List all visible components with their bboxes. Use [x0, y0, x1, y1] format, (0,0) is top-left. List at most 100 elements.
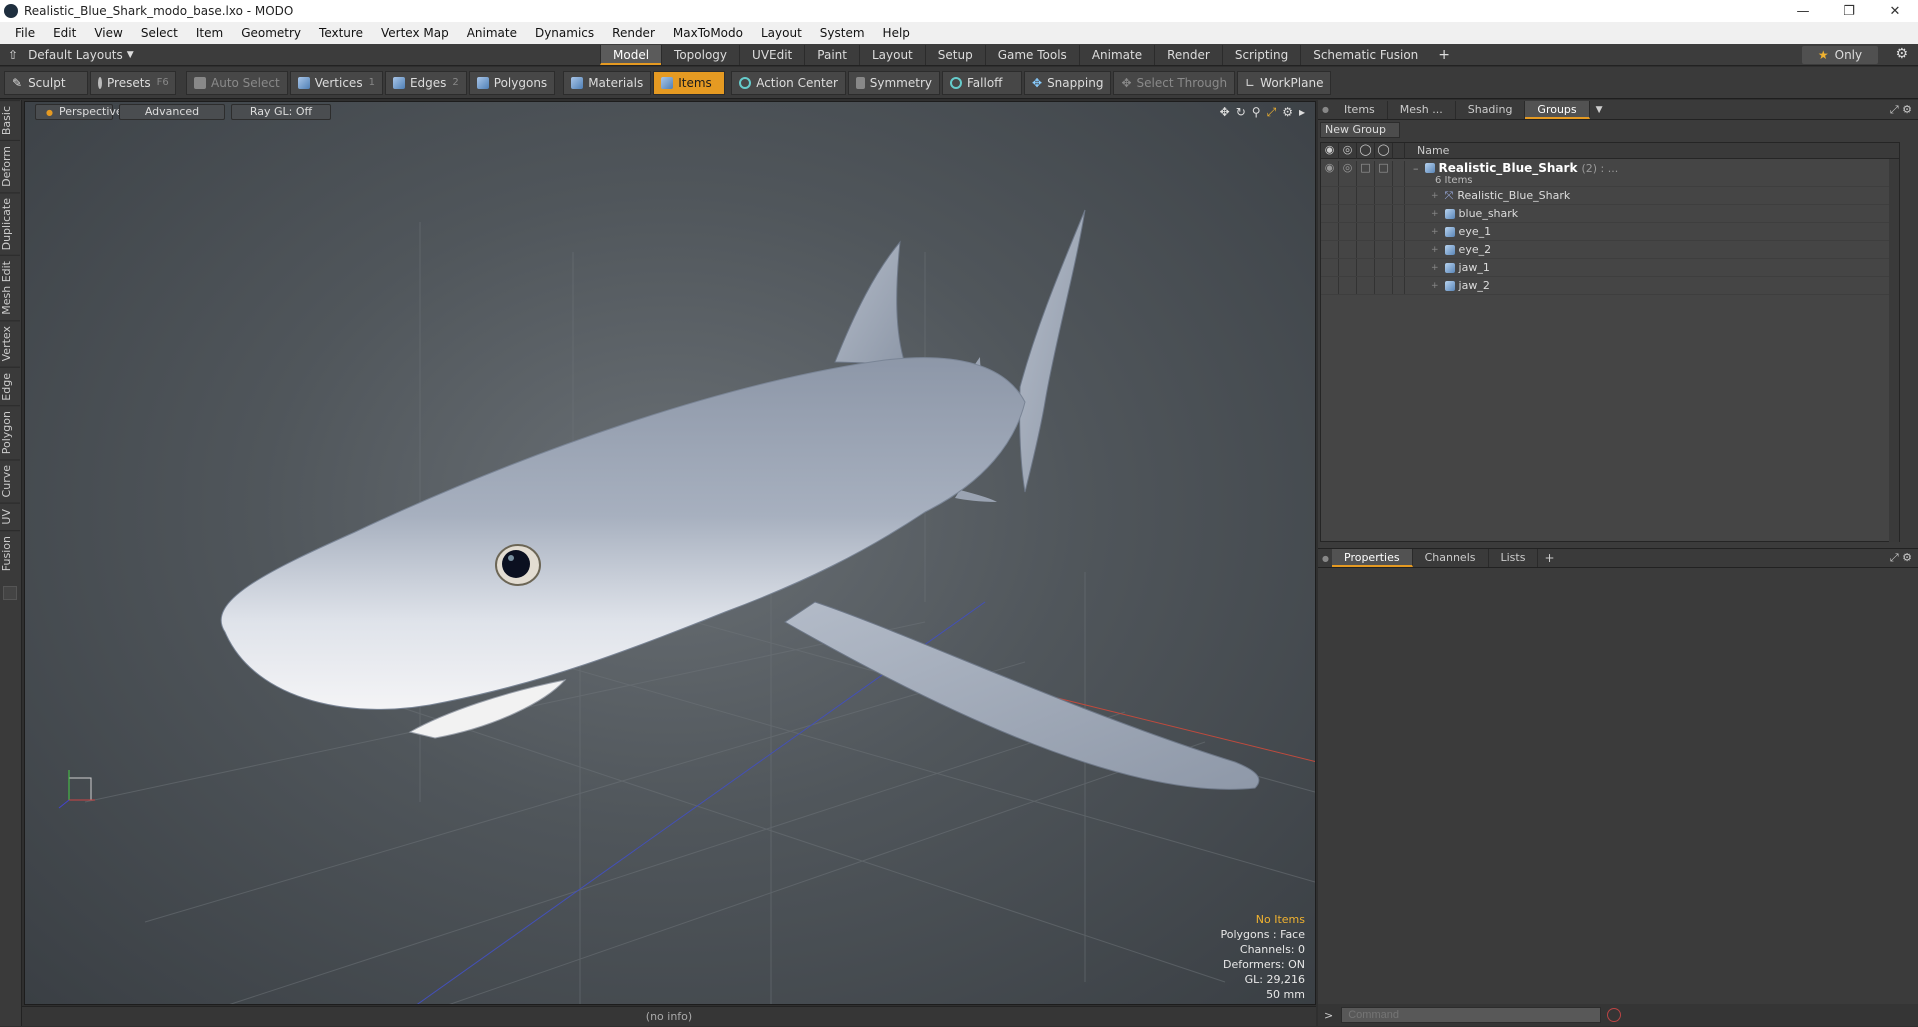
- materials-button[interactable]: Materials: [563, 70, 652, 95]
- menu-layout[interactable]: Layout: [752, 26, 811, 40]
- raygl-toggle-button[interactable]: Ray GL: Off: [231, 104, 331, 120]
- viewport-arrow-icon[interactable]: ▸: [1299, 105, 1305, 120]
- rotate-icon[interactable]: ↻: [1236, 105, 1246, 120]
- group-row-root[interactable]: ◉ ◎ □ □ – Realistic_Blue_Shark (2) : ...…: [1321, 159, 1899, 187]
- vtab-edge[interactable]: Edge: [0, 366, 20, 406]
- restore-icon[interactable]: ❐: [1826, 0, 1872, 22]
- select-icon[interactable]: □: [1375, 161, 1393, 186]
- select-through-button[interactable]: ✥ Select Through: [1113, 70, 1236, 95]
- expand-icon[interactable]: +: [1431, 227, 1439, 237]
- menu-geometry[interactable]: Geometry: [232, 26, 310, 40]
- lock-column-icon[interactable]: ◯: [1357, 142, 1375, 159]
- command-stop-icon[interactable]: [1607, 1008, 1622, 1022]
- tab-setup[interactable]: Setup: [924, 44, 985, 65]
- render-column-icon[interactable]: ◎: [1339, 142, 1357, 159]
- menu-select[interactable]: Select: [132, 26, 187, 40]
- fit-icon[interactable]: ⤢: [1267, 105, 1277, 120]
- list-item[interactable]: + jaw_2: [1321, 277, 1899, 295]
- tabs-dropdown-icon[interactable]: ▼: [1596, 105, 1603, 115]
- tab-properties[interactable]: Properties: [1332, 549, 1413, 567]
- menu-vertex-map[interactable]: Vertex Map: [372, 26, 458, 40]
- panel-menu-icon[interactable]: ●: [1318, 105, 1332, 114]
- vtab-mesh-edit[interactable]: Mesh Edit: [0, 255, 20, 321]
- minimize-icon[interactable]: —: [1780, 0, 1826, 22]
- sidebar-toggle-button[interactable]: [3, 585, 17, 600]
- 3d-viewport[interactable]: ● Perspective Advanced Ray GL: Off ✥ ↻ ⚲ …: [24, 101, 1316, 1005]
- properties-menu-icon[interactable]: ●: [1318, 554, 1332, 563]
- layout-selector[interactable]: ⇧ Default Layouts ▼: [8, 48, 600, 62]
- vtab-curve[interactable]: Curve: [0, 459, 20, 503]
- list-item[interactable]: + ⤧ Realistic_Blue_Shark: [1321, 187, 1899, 205]
- tab-animate[interactable]: Animate: [1078, 44, 1154, 65]
- edges-button[interactable]: Edges 2: [384, 70, 467, 95]
- tab-schematic-fusion[interactable]: Schematic Fusion: [1300, 44, 1430, 65]
- tab-uvedit[interactable]: UVEdit: [739, 44, 804, 65]
- menu-item[interactable]: Item: [187, 26, 232, 40]
- close-icon[interactable]: ✕: [1872, 0, 1918, 22]
- menu-dynamics[interactable]: Dynamics: [526, 26, 603, 40]
- symmetry-button[interactable]: Symmetry: [848, 70, 940, 95]
- tab-mesh[interactable]: Mesh ...: [1388, 100, 1456, 119]
- menu-texture[interactable]: Texture: [310, 26, 372, 40]
- expand-icon[interactable]: +: [1431, 281, 1439, 291]
- menu-system[interactable]: System: [811, 26, 874, 40]
- tab-paint[interactable]: Paint: [804, 44, 859, 65]
- expand-icon[interactable]: +: [1431, 263, 1439, 273]
- collapse-icon[interactable]: –: [1413, 162, 1419, 175]
- list-item[interactable]: + jaw_1: [1321, 259, 1899, 277]
- vtab-uv[interactable]: UV: [0, 502, 20, 530]
- menu-edit[interactable]: Edit: [44, 26, 85, 40]
- shading-mode-button[interactable]: Advanced: [119, 104, 225, 120]
- tab-model[interactable]: Model: [600, 44, 662, 65]
- menu-animate[interactable]: Animate: [458, 26, 526, 40]
- menu-view[interactable]: View: [85, 26, 131, 40]
- add-tab-icon[interactable]: +: [1438, 47, 1450, 63]
- tab-channels[interactable]: Channels: [1413, 549, 1489, 567]
- falloff-button[interactable]: Falloff: [942, 70, 1022, 95]
- expand-icon[interactable]: +: [1431, 245, 1439, 255]
- tab-scripting[interactable]: Scripting: [1221, 44, 1300, 65]
- vtab-basic[interactable]: Basic: [0, 100, 20, 141]
- menu-file[interactable]: File: [6, 26, 44, 40]
- vtab-duplicate[interactable]: Duplicate: [0, 192, 20, 256]
- menu-maxtomodo[interactable]: MaxToModo: [664, 26, 752, 40]
- pan-icon[interactable]: ✥: [1220, 105, 1230, 120]
- add-tab-icon[interactable]: +: [1544, 551, 1554, 565]
- expand-icon[interactable]: +: [1431, 209, 1439, 219]
- lock-icon[interactable]: □: [1357, 161, 1375, 186]
- tab-lists[interactable]: Lists: [1489, 549, 1539, 567]
- menu-render[interactable]: Render: [603, 26, 664, 40]
- menu-help[interactable]: Help: [874, 26, 919, 40]
- zoom-icon[interactable]: ⚲: [1252, 105, 1261, 120]
- properties-expand-icon[interactable]: ⤢ ⚙: [1890, 551, 1912, 565]
- tab-items[interactable]: Items: [1332, 100, 1388, 119]
- action-center-button[interactable]: Action Center: [731, 70, 846, 95]
- vtab-deform[interactable]: Deform: [0, 140, 20, 193]
- only-button[interactable]: ★ Only: [1802, 46, 1878, 64]
- render-icon[interactable]: ◎: [1339, 161, 1357, 186]
- viewport-gear-icon[interactable]: ⚙: [1282, 105, 1293, 120]
- auto-select-button[interactable]: Auto Select: [186, 70, 288, 95]
- vtab-vertex[interactable]: Vertex: [0, 320, 20, 367]
- panel-expand-icon[interactable]: ⤢ ⚙: [1890, 103, 1912, 117]
- select-column-icon[interactable]: ◯: [1375, 142, 1393, 159]
- list-item[interactable]: + blue_shark: [1321, 205, 1899, 223]
- presets-button[interactable]: Presets F6: [90, 70, 176, 95]
- list-item[interactable]: + eye_1: [1321, 223, 1899, 241]
- new-group-button[interactable]: New Group: [1320, 122, 1400, 138]
- command-input[interactable]: [1341, 1007, 1602, 1023]
- snapping-button[interactable]: ✥ Snapping: [1024, 70, 1112, 95]
- visibility-column-icon[interactable]: ◉: [1321, 142, 1339, 159]
- items-button[interactable]: Items: [653, 70, 726, 95]
- polygons-button[interactable]: Polygons: [468, 70, 556, 95]
- gear-icon[interactable]: ⚙: [1895, 46, 1908, 62]
- groups-scrollbar[interactable]: [1889, 159, 1899, 542]
- view-type-button[interactable]: ● Perspective: [35, 104, 123, 120]
- tab-topology[interactable]: Topology: [661, 44, 739, 65]
- tab-layout[interactable]: Layout: [858, 44, 925, 65]
- vtab-fusion[interactable]: Fusion: [0, 529, 20, 576]
- vtab-polygon[interactable]: Polygon: [0, 405, 20, 460]
- tab-render[interactable]: Render: [1154, 44, 1222, 65]
- vertices-button[interactable]: Vertices 1: [289, 70, 383, 95]
- tab-game-tools[interactable]: Game Tools: [984, 44, 1079, 65]
